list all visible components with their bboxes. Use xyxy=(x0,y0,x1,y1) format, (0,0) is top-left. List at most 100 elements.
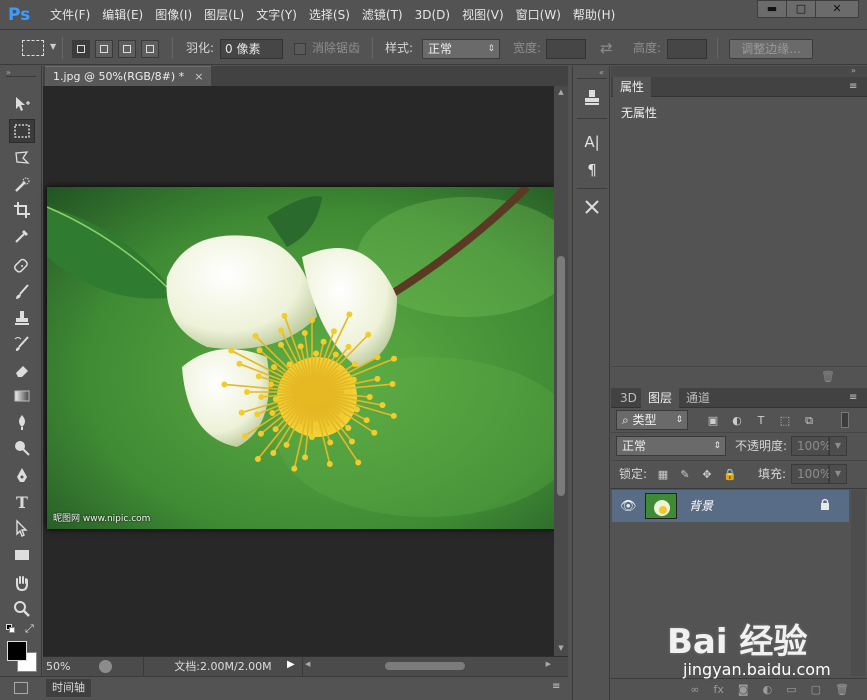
menu-help[interactable]: 帮助(H) xyxy=(567,0,621,30)
lasso-icon[interactable] xyxy=(9,146,35,170)
healing-brush-icon[interactable] xyxy=(9,254,35,278)
panel-menu-icon[interactable]: ≡ xyxy=(849,392,857,403)
expand-dock-icon[interactable]: « xyxy=(599,68,604,77)
layer-filter-select[interactable]: ⌕ 类型 ⇕ xyxy=(616,410,688,430)
move-icon[interactable] xyxy=(9,92,35,116)
eraser-icon[interactable] xyxy=(9,358,35,382)
path-select-icon[interactable] xyxy=(9,516,35,540)
menu-filter[interactable]: 滤镜(T) xyxy=(356,0,409,30)
panel-menu-icon[interactable]: ≡ xyxy=(552,681,560,692)
menu-window[interactable]: 窗口(W) xyxy=(510,0,567,30)
status-menu-arrow-icon[interactable]: ▶ xyxy=(287,659,295,670)
menu-type[interactable]: 文字(Y) xyxy=(250,0,303,30)
menu-layer[interactable]: 图层(L) xyxy=(198,0,250,30)
lock-all-icon[interactable]: 🔒 xyxy=(723,468,737,481)
canvas-area[interactable]: 昵图网 www.nipic.com xyxy=(43,86,554,656)
type-icon[interactable]: T xyxy=(9,490,35,514)
layer-name[interactable]: 背景 xyxy=(689,490,713,522)
blur-icon[interactable] xyxy=(9,410,35,434)
scroll-down-icon[interactable]: ▼ xyxy=(554,644,568,652)
tool-preset-icon[interactable] xyxy=(22,40,44,56)
lock-position-icon[interactable]: ✥ xyxy=(701,468,713,481)
trash-icon[interactable]: 🗑 xyxy=(821,370,835,383)
shape-filter-icon[interactable]: ⬚ xyxy=(779,414,791,427)
status-info-icon[interactable] xyxy=(99,660,112,673)
minimize-button[interactable]: ▬ xyxy=(757,0,787,18)
tab-layers[interactable]: 图层 xyxy=(641,388,680,408)
gradient-icon[interactable] xyxy=(9,384,35,408)
smart-object-filter-icon[interactable]: ⧉ xyxy=(803,414,815,427)
tab-channels[interactable]: 通道 xyxy=(679,388,717,408)
hand-icon[interactable] xyxy=(9,571,35,595)
add-to-selection-icon[interactable] xyxy=(95,40,113,58)
crop-icon[interactable] xyxy=(9,198,35,222)
vertical-scrollbar[interactable]: ▲ ▼ xyxy=(554,86,568,656)
zoom-level[interactable]: 50% xyxy=(46,657,70,676)
menu-select[interactable]: 选择(S) xyxy=(303,0,356,30)
layer-row[interactable]: 👁 背景 xyxy=(612,490,849,522)
fill-dropdown-icon[interactable]: ▼ xyxy=(829,464,847,484)
opacity-dropdown-icon[interactable]: ▼ xyxy=(829,436,847,456)
eyedropper-icon[interactable] xyxy=(9,224,35,248)
style-select[interactable]: 正常 ⇕ xyxy=(422,39,500,59)
lock-pixels-icon[interactable]: ✎ xyxy=(679,468,691,481)
filter-toggle[interactable] xyxy=(841,412,849,428)
refine-edge-button[interactable]: 调整边缘... xyxy=(729,39,813,59)
maximize-button[interactable]: □ xyxy=(786,0,816,18)
tool-preset-dropdown-icon[interactable]: ▼ xyxy=(50,42,56,51)
layer-thumbnail[interactable] xyxy=(645,493,677,519)
adjustment-filter-icon[interactable]: ◐ xyxy=(731,414,743,427)
dodge-icon[interactable] xyxy=(9,436,35,460)
tab-properties[interactable]: 属性 xyxy=(613,77,652,97)
eye-icon[interactable]: 👁 xyxy=(620,499,637,514)
panel-menu-icon[interactable]: ≡ xyxy=(849,81,857,92)
swap-dimensions-icon[interactable]: ⇄ xyxy=(600,39,613,57)
fill-input[interactable]: 100% xyxy=(791,464,831,484)
swap-colors-icon[interactable]: ⤢ xyxy=(25,622,34,636)
feather-input[interactable]: 0 像素 xyxy=(220,39,283,59)
paragraph-panel-icon[interactable]: ¶ xyxy=(580,158,604,182)
rect-marquee-icon[interactable] xyxy=(9,119,35,143)
zoom-icon[interactable] xyxy=(9,597,35,621)
type-filter-icon[interactable]: T xyxy=(755,414,767,427)
tab-3d[interactable]: 3D xyxy=(613,388,644,408)
document-tab[interactable]: 1.jpg @ 50%(RGB/8#) * × xyxy=(45,66,212,86)
timeline-tab[interactable]: 时间轴 xyxy=(46,679,91,697)
opacity-input[interactable]: 100% xyxy=(791,436,831,456)
width-input[interactable] xyxy=(546,39,586,59)
horizontal-scroll-thumb[interactable] xyxy=(385,662,465,670)
tab-close-icon[interactable]: × xyxy=(194,70,203,83)
menu-view[interactable]: 视图(V) xyxy=(456,0,510,30)
lock-transparency-icon[interactable]: ▦ xyxy=(657,468,669,481)
intersect-selection-icon[interactable] xyxy=(141,40,159,58)
horizontal-scrollbar[interactable]: ◀ ▶ xyxy=(305,660,551,672)
pixel-filter-icon[interactable]: ▣ xyxy=(707,414,719,427)
document-image[interactable]: 昵图网 www.nipic.com xyxy=(47,187,554,529)
menu-3d[interactable]: 3D(D) xyxy=(409,0,456,30)
scroll-left-icon[interactable]: ◀ xyxy=(305,660,310,668)
new-selection-icon[interactable] xyxy=(72,40,90,58)
scroll-right-icon[interactable]: ▶ xyxy=(546,660,551,668)
quick-select-icon[interactable] xyxy=(9,173,35,197)
collapse-dock-icon[interactable]: » xyxy=(851,66,856,75)
history-panel-icon[interactable] xyxy=(580,88,604,112)
brush-icon[interactable] xyxy=(9,280,35,304)
vertical-scroll-thumb[interactable] xyxy=(557,256,565,496)
subtract-selection-icon[interactable] xyxy=(118,40,136,58)
rectangle-shape-icon[interactable] xyxy=(9,543,35,567)
tool-presets-icon[interactable] xyxy=(580,198,604,222)
blend-mode-select[interactable]: 正常 ⇕ xyxy=(616,436,726,456)
pen-icon[interactable] xyxy=(9,464,35,488)
menu-image[interactable]: 图像(I) xyxy=(149,0,198,30)
antialias-checkbox[interactable] xyxy=(294,43,306,55)
foreground-color-swatch[interactable] xyxy=(7,641,27,661)
menu-edit[interactable]: 编辑(E) xyxy=(96,0,149,30)
height-input[interactable] xyxy=(667,39,707,59)
timeline-icon[interactable] xyxy=(14,682,28,694)
close-button[interactable]: ✕ xyxy=(815,0,859,18)
scroll-up-icon[interactable]: ▲ xyxy=(554,88,568,96)
history-brush-icon[interactable] xyxy=(9,332,35,356)
character-panel-icon[interactable]: A| xyxy=(580,130,604,154)
default-colors-icon[interactable] xyxy=(6,624,16,634)
menu-file[interactable]: 文件(F) xyxy=(44,0,96,30)
